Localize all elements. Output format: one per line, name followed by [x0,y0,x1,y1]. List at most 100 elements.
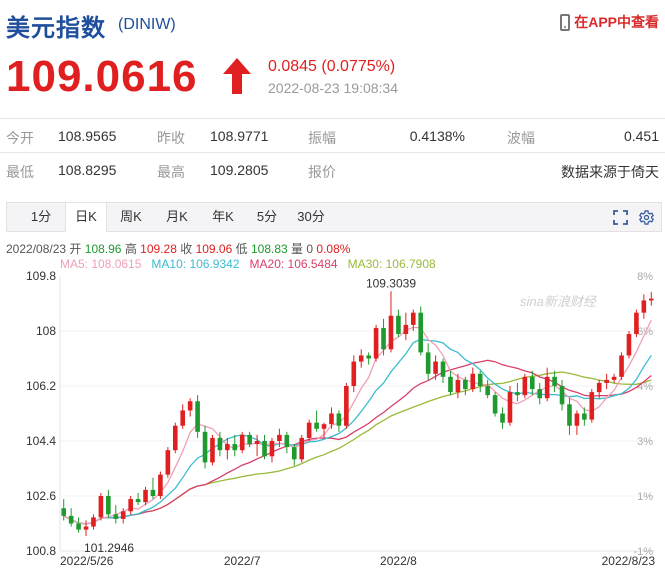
candle-body [440,361,446,377]
symbol-code: (DINIW) [118,16,176,33]
stat-value: 108.9771 [210,128,269,144]
candle-body [232,444,238,451]
candle-body [76,523,81,530]
candle-body [98,496,104,518]
candle-body [195,401,200,432]
stat-value: 0.4138% [409,128,465,144]
candle-body [448,376,453,393]
stat-label: 今开 [6,130,34,146]
candle-body [113,514,119,519]
tab-5min[interactable]: 5分 [247,203,287,231]
tab-yearly-k[interactable]: 年K [203,203,243,231]
candle-body [396,315,401,335]
stat-label: 最低 [6,164,34,180]
fullscreen-icon[interactable] [613,210,628,225]
stats-row: 今开 108.9565 昨收 108.9771 振幅 0.4138% 波幅 0.… [0,118,665,153]
candle-body [277,434,282,441]
candle-body [492,395,498,414]
tab-1min[interactable]: 1分 [21,203,61,231]
close-value: 109.06 [195,242,233,256]
chart-tabbar: 1分 日K 周K 月K 年K 5分 30分 [6,202,662,232]
candle-body [522,376,528,396]
candle-body [589,392,595,420]
max-price-label: 109.3039 [366,276,416,290]
settings-icon[interactable] [639,210,654,225]
ma20-line [63,359,652,525]
candle-body [217,437,223,451]
candle-body [187,401,193,411]
candle-body [529,376,535,390]
candle-body [143,489,148,503]
x-tick-label: 2022/5/26 [60,554,114,568]
candle-body [306,422,312,438]
y-tick-label: 106.2 [26,379,56,393]
stat-value: 109.2805 [210,162,269,178]
candle-body [269,441,275,457]
candle-body [336,413,342,426]
watermark: sina新浪财经 [520,294,598,309]
candle-body [239,434,245,451]
candle-body [433,361,438,374]
kline-date: 2022/08/23 [6,242,67,256]
candle-body [172,425,178,451]
candle-body [180,410,186,426]
candle-body [299,437,305,460]
open-in-app-link[interactable]: 在APP中查看 [560,12,659,32]
candle-body [626,334,632,356]
candle-body [344,386,349,426]
y-tick-label: 102.6 [26,489,56,503]
candle-body [455,379,461,393]
stat-value: 108.8295 [58,162,117,178]
candle-body [351,361,357,386]
candle-body [544,376,550,399]
candle-body [373,327,379,359]
candle-body [284,434,290,448]
volume-value: 0 [306,242,314,256]
candle-body [150,489,156,496]
candle-body [463,379,468,390]
tab-30min[interactable]: 30分 [291,203,331,231]
y-pct-label: 3% [637,436,653,448]
candle-body [106,496,111,515]
kline-chart[interactable]: 109.8108106.2104.4102.6100.88%6%4%3%1%-1… [0,266,665,569]
candle-body [329,413,334,425]
up-arrow-icon [223,58,251,94]
y-pct-label: 8% [637,271,653,283]
candle-body [128,499,133,512]
min-price-label: 101.2946 [84,541,134,555]
kline-info: 2022/08/23 开 108.96 高 109.28 收 109.06 低 … [6,240,350,257]
open-in-app-label: 在APP中查看 [574,14,659,30]
candle-body [91,517,96,527]
candle-body [648,298,654,301]
stat-label: 报价 [308,164,336,180]
candle-body [500,413,505,423]
x-tick-label: 2022/8 [380,554,417,568]
candle-body [604,379,609,383]
candle-body [507,392,513,423]
candle-body [321,424,327,429]
candle-body [485,386,490,396]
close-label: 收 [180,242,193,256]
candle-body [381,327,386,350]
candle-body [314,422,319,429]
candle-body [425,352,431,374]
candle-body [388,315,394,350]
quote-datetime: 2022-08-23 19:08:34 [268,80,398,96]
candle-body [611,376,617,380]
candle-body [418,312,424,353]
candle-body [582,413,587,420]
candle-body [559,386,565,405]
y-tick-label: 100.8 [26,544,56,558]
candle-body [358,355,364,362]
tab-daily-k[interactable]: 日K [65,203,107,232]
candle-body [410,312,416,325]
volume-label: 量 [291,242,304,256]
candle-body [596,382,602,393]
phone-icon [560,13,571,31]
stat-value: 108.9565 [58,128,117,144]
y-pct-label: 1% [637,491,653,503]
tab-weekly-k[interactable]: 周K [111,203,151,231]
candle-body [202,431,208,463]
tab-monthly-k[interactable]: 月K [157,203,197,231]
candle-body [158,474,163,496]
